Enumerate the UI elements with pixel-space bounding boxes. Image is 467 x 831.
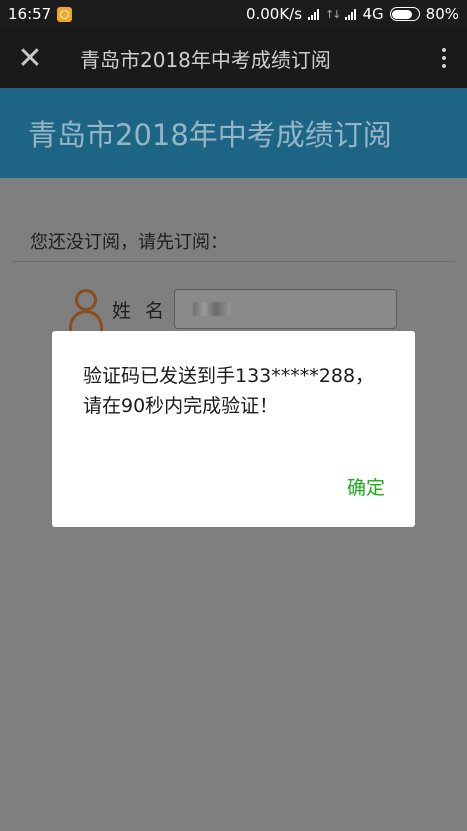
- page-title: 青岛市2018年中考成绩订阅: [80, 47, 331, 72]
- subscribe-prompt: 您还没订阅，请先订阅：: [30, 232, 228, 253]
- battery-icon: [389, 7, 420, 21]
- notification-icon: [57, 6, 73, 22]
- name-input[interactable]: [174, 289, 397, 329]
- dialog-message-line-1: 验证码已发送到手133*****288，: [83, 365, 375, 387]
- signal-icon-2: [345, 8, 357, 20]
- redacted-name-value: [193, 302, 231, 316]
- title-bar: ✕ 青岛市2018年中考成绩订阅: [0, 28, 467, 88]
- confirm-button[interactable]: 确定: [347, 473, 385, 500]
- close-icon[interactable]: ✕: [0, 28, 60, 88]
- name-label: 姓 名: [112, 299, 169, 322]
- person-icon: [68, 289, 104, 332]
- divider: [12, 261, 455, 262]
- dialog-message-line-2: 请在90秒内完成验证！: [83, 395, 279, 417]
- dialog-message: 验证码已发送到手133*****288， 请在90秒内完成验证！: [83, 361, 393, 421]
- banner: 青岛市2018年中考成绩订阅: [0, 88, 467, 178]
- network-type: 4G: [362, 5, 384, 23]
- name-field-row: 姓 名: [68, 288, 169, 332]
- signal-icon: [308, 8, 320, 20]
- verification-dialog: 验证码已发送到手133*****288， 请在90秒内完成验证！ 确定: [52, 331, 415, 527]
- status-bar-right: 0.00K/s ↑↓ 4G 80%: [246, 5, 459, 23]
- clock: 16:57: [8, 5, 52, 23]
- status-bar-left: 16:57: [8, 5, 73, 23]
- screen: 16:57 0.00K/s ↑↓ 4G 80% ✕ 青岛市2018年中考成绩订阅…: [0, 0, 467, 831]
- more-options-icon[interactable]: [421, 28, 467, 88]
- battery-percent: 80%: [425, 5, 459, 23]
- data-arrows-icon: ↑↓: [325, 7, 342, 21]
- network-speed: 0.00K/s: [245, 5, 303, 23]
- status-bar: 16:57 0.00K/s ↑↓ 4G 80%: [0, 0, 467, 28]
